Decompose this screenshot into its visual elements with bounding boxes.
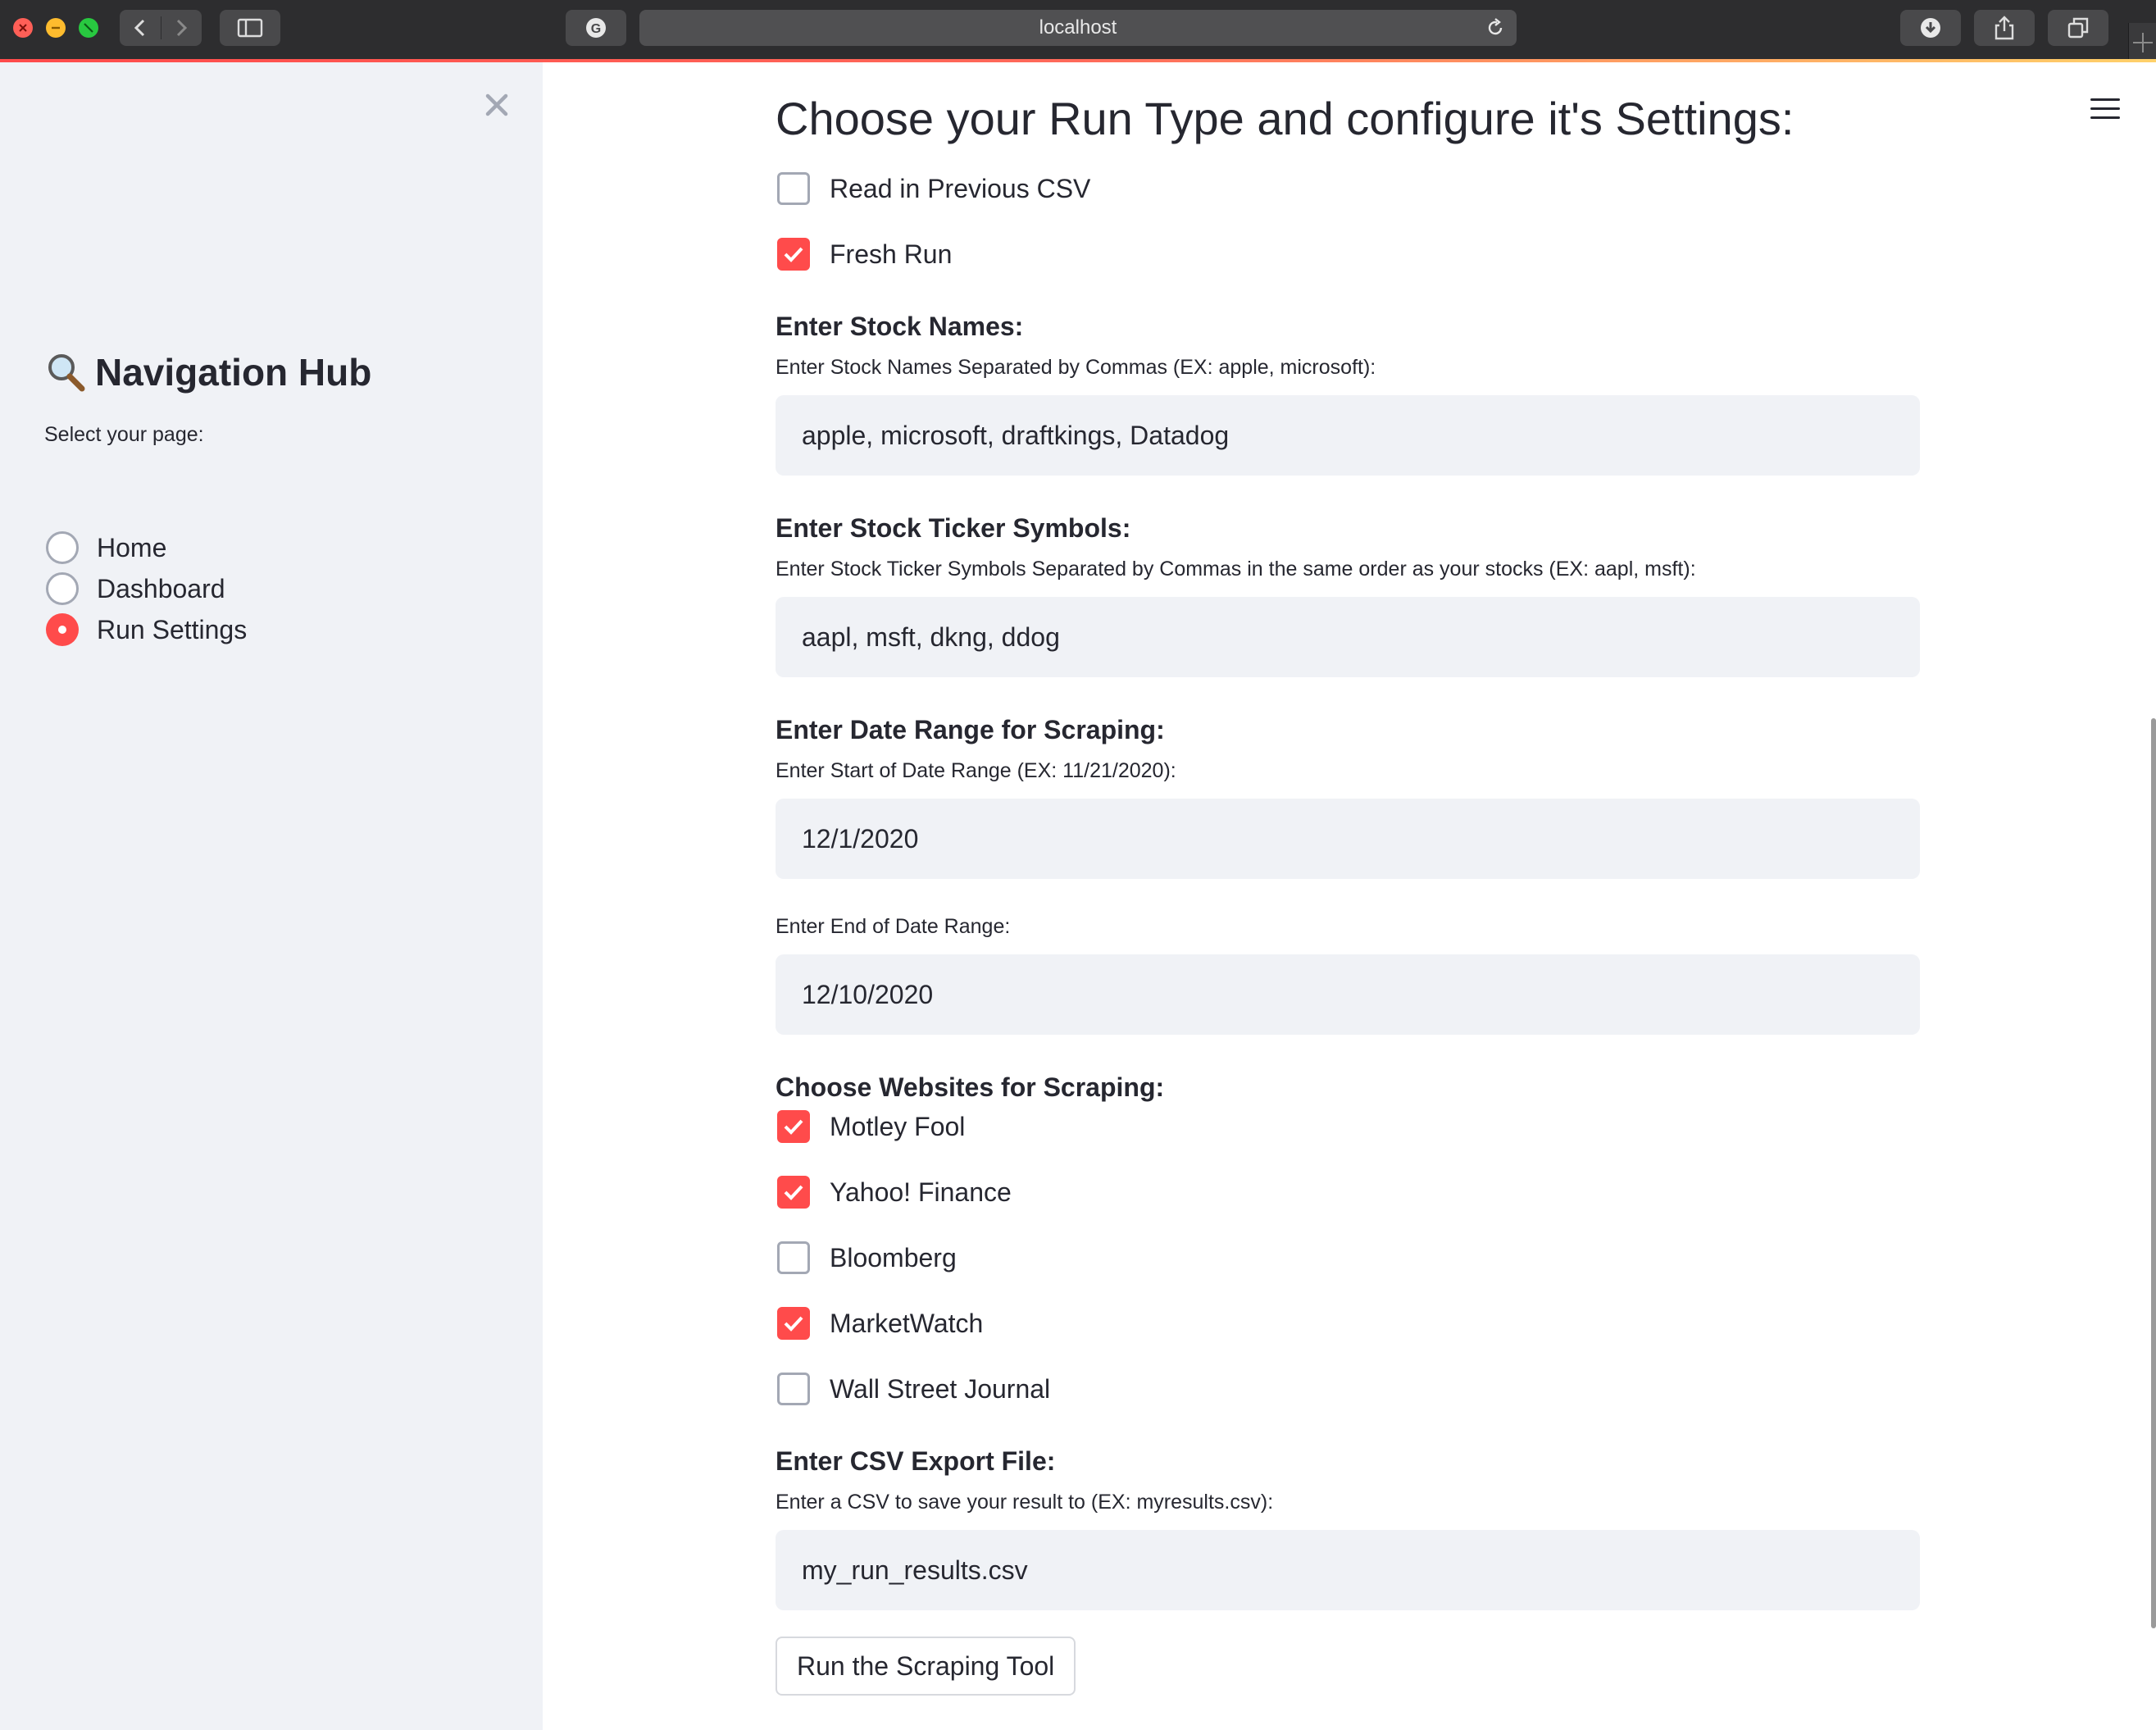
checkmark-icon xyxy=(784,247,803,262)
end-date-label: Enter End of Date Range: xyxy=(776,915,1011,938)
checkbox-marketwatch[interactable]: MarketWatch xyxy=(777,1305,983,1341)
checkmark-icon xyxy=(784,1316,803,1332)
magnifying-glass-icon xyxy=(48,354,85,392)
radio-label: Dashboard xyxy=(97,573,225,603)
page-select-label: Select your page: xyxy=(44,423,204,446)
ticker-symbols-label: Enter Stock Ticker Symbols Separated by … xyxy=(776,558,1696,580)
share-icon xyxy=(1995,16,2014,40)
checkbox-label: Motley Fool xyxy=(830,1111,966,1141)
main-content: Choose your Run Type and configure it's … xyxy=(543,62,2156,1730)
stock-names-label: Enter Stock Names Separated by Commas (E… xyxy=(776,356,1376,379)
radio-dashboard[interactable]: Dashboard xyxy=(46,571,225,607)
checkbox-checked[interactable] xyxy=(777,1307,810,1340)
address-bar[interactable]: localhost xyxy=(639,10,1517,46)
checkmark-icon xyxy=(784,1119,803,1135)
ticker-symbols-heading: Enter Stock Ticker Symbols: xyxy=(776,513,1131,543)
close-icon[interactable] xyxy=(482,90,512,120)
svg-text:G: G xyxy=(591,22,601,36)
checkbox-checked[interactable] xyxy=(777,1176,810,1209)
csv-export-heading: Enter CSV Export File: xyxy=(776,1446,1056,1476)
radio-button-selected[interactable] xyxy=(46,613,79,646)
hamburger-menu-icon[interactable] xyxy=(2090,98,2120,123)
checkbox-label: Read in Previous CSV xyxy=(830,173,1091,203)
checkbox-read-previous-csv[interactable]: Read in Previous CSV xyxy=(777,171,1090,207)
csv-export-label: Enter a CSV to save your result to (EX: … xyxy=(776,1491,1274,1514)
radio-home[interactable]: Home xyxy=(46,530,166,566)
checkbox[interactable] xyxy=(777,1373,810,1405)
radio-button[interactable] xyxy=(46,531,79,564)
checkbox-label: Wall Street Journal xyxy=(830,1373,1051,1404)
sidebar-title: Navigation Hub xyxy=(95,351,372,394)
checkbox-label: MarketWatch xyxy=(830,1308,984,1338)
stock-names-heading: Enter Stock Names: xyxy=(776,312,1024,341)
ticker-symbols-input[interactable] xyxy=(776,597,1920,677)
grammarly-icon: G xyxy=(586,18,606,38)
radio-label: Home xyxy=(97,532,167,562)
checkbox-wall-street-journal[interactable]: Wall Street Journal xyxy=(777,1371,1050,1407)
extension-button[interactable]: G xyxy=(566,10,626,46)
tabs-icon xyxy=(2067,17,2089,39)
sidebar-heading: Navigation Hub xyxy=(44,346,371,398)
websites-heading: Choose Websites for Scraping: xyxy=(776,1072,1165,1102)
checkbox-motley-fool[interactable]: Motley Fool xyxy=(777,1109,965,1145)
window-close-icon[interactable] xyxy=(13,18,33,38)
new-tab-button[interactable] xyxy=(2128,23,2156,59)
plus-icon xyxy=(2133,33,2153,52)
chevron-left-icon xyxy=(134,19,145,37)
window-fullscreen-icon[interactable] xyxy=(79,18,98,38)
downloads-button[interactable] xyxy=(1900,10,1961,46)
checkbox-checked[interactable] xyxy=(777,1110,810,1143)
checkbox-label: Yahoo! Finance xyxy=(830,1177,1012,1207)
share-button[interactable] xyxy=(1974,10,2035,46)
download-icon xyxy=(1921,18,1940,38)
back-forward-buttons xyxy=(120,10,202,46)
stock-names-input[interactable] xyxy=(776,395,1920,476)
radio-button[interactable] xyxy=(46,572,79,605)
checkbox-label: Bloomberg xyxy=(830,1242,957,1272)
csv-export-input[interactable] xyxy=(776,1530,1920,1610)
checkmark-icon xyxy=(784,1185,803,1200)
checkbox[interactable] xyxy=(777,1241,810,1274)
chevron-right-icon xyxy=(176,19,188,37)
checkbox-fresh-run[interactable]: Fresh Run xyxy=(777,236,952,272)
date-range-heading: Enter Date Range for Scraping: xyxy=(776,715,1165,744)
start-date-label: Enter Start of Date Range (EX: 11/21/202… xyxy=(776,759,1176,782)
radio-label: Run Settings xyxy=(97,614,248,644)
window-minimize-icon[interactable] xyxy=(46,18,66,38)
end-date-input[interactable] xyxy=(776,954,1920,1035)
run-scraping-tool-button[interactable]: Run the Scraping Tool xyxy=(776,1637,1076,1696)
radio-run-settings[interactable]: Run Settings xyxy=(46,612,247,648)
tab-overview-button[interactable] xyxy=(2048,10,2108,46)
checkbox-label: Fresh Run xyxy=(830,239,953,269)
checkbox[interactable] xyxy=(777,172,810,205)
url-text: localhost xyxy=(1039,16,1117,39)
back-button[interactable] xyxy=(120,10,161,46)
checkbox-checked[interactable] xyxy=(777,238,810,271)
sidebar-icon xyxy=(237,18,263,38)
scrollbar[interactable] xyxy=(2151,718,2156,1628)
sidebar-toggle-button[interactable] xyxy=(220,10,280,46)
sidebar: Navigation Hub Select your page: Home Da… xyxy=(0,62,543,1730)
checkbox-bloomberg[interactable]: Bloomberg xyxy=(777,1240,957,1276)
start-date-input[interactable] xyxy=(776,799,1920,879)
checkbox-yahoo-finance[interactable]: Yahoo! Finance xyxy=(777,1174,1012,1210)
reload-icon[interactable] xyxy=(1485,18,1505,38)
page-title: Choose your Run Type and configure it's … xyxy=(776,93,1794,144)
browser-toolbar: G localhost xyxy=(0,0,2156,59)
forward-button[interactable] xyxy=(161,10,202,46)
